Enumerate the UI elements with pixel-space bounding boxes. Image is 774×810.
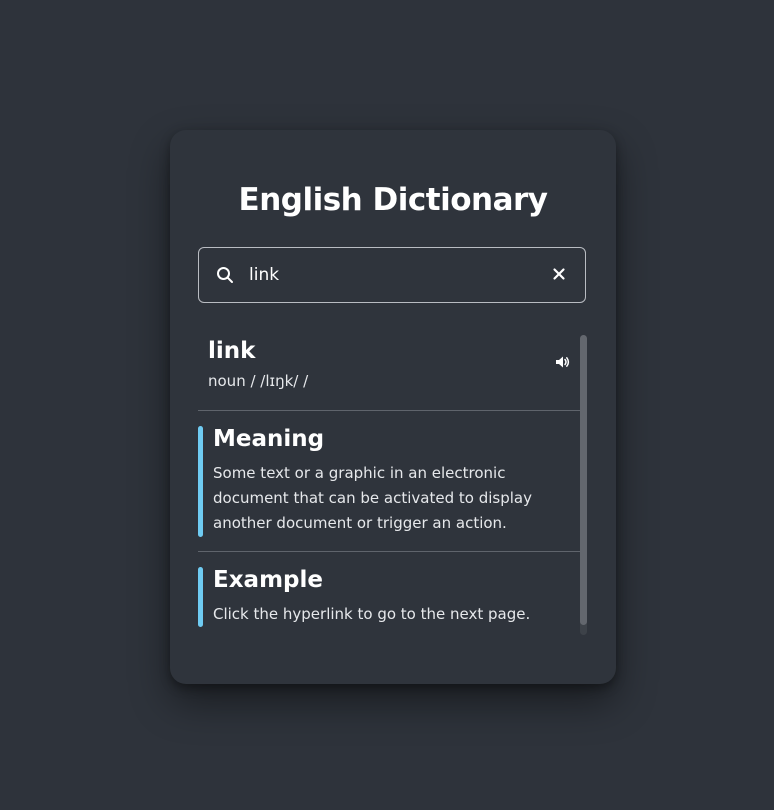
search-icon [216,266,234,284]
result-word: link [208,338,256,364]
close-icon[interactable] [551,266,567,282]
example-accent-bar [198,567,203,627]
example-heading: Example [213,567,323,593]
scrollbar[interactable] [580,335,587,635]
search-box[interactable] [198,247,586,303]
dictionary-card: English Dictionary link noun / /lɪŋk/ / [170,130,616,684]
phonetic-text: noun / /lɪŋk/ / [208,372,309,390]
meaning-accent-bar [198,426,203,537]
meaning-section: Meaning Some text or a graphic in an ele… [198,426,580,552]
meaning-heading: Meaning [213,426,325,452]
meaning-text: Some text or a graphic in an electronic … [213,464,532,532]
word-header: link noun / /lɪŋk/ / [198,335,580,411]
app-title: English Dictionary [238,182,548,218]
speaker-icon[interactable] [554,354,570,370]
example-text: Click the hyperlink to go to the next pa… [213,605,531,623]
search-input[interactable] [249,248,539,302]
scrollbar-thumb[interactable] [580,335,587,625]
result-panel[interactable]: link noun / /lɪŋk/ / Meaning Some text o… [198,335,588,637]
example-section: Example Click the hyperlink to go to the… [198,567,580,637]
